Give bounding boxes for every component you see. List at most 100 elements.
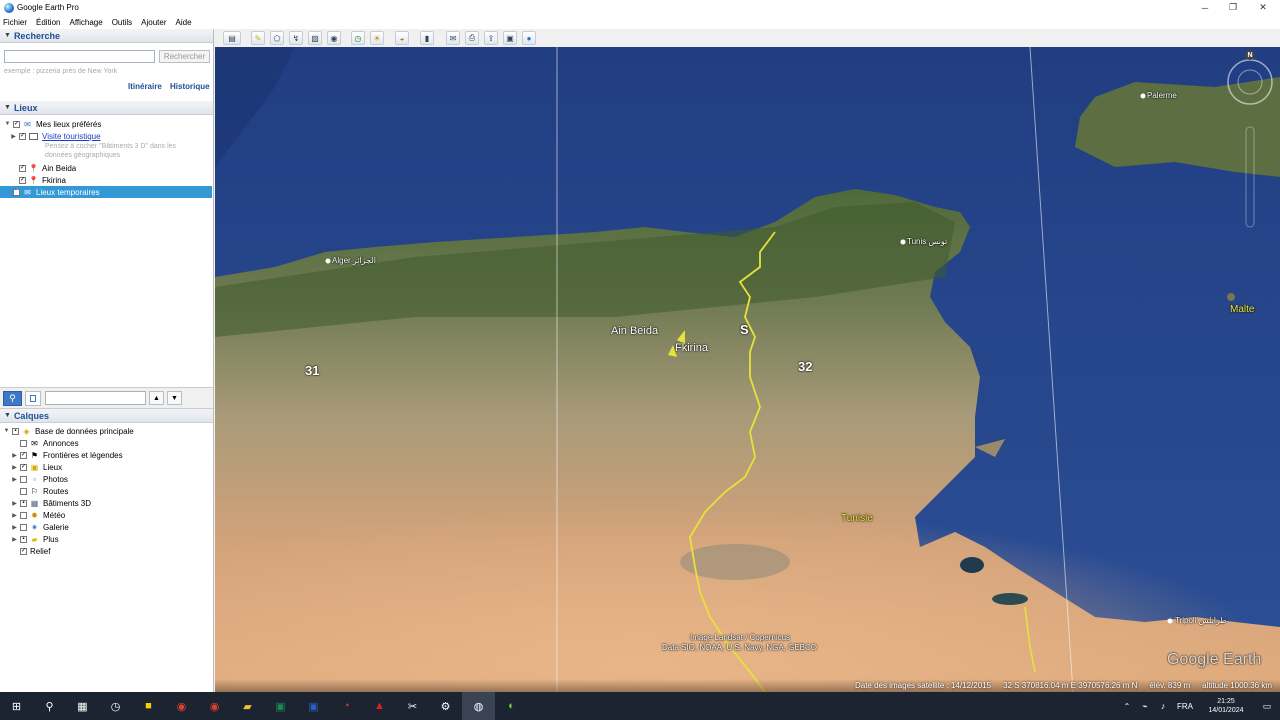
start-button[interactable]: ⊞ xyxy=(0,692,33,720)
expand-icon[interactable]: ▼ xyxy=(3,428,10,434)
search-places-button[interactable]: ⚲ xyxy=(3,391,22,406)
google-earth-taskbar-app[interactable]: ◍ xyxy=(462,692,495,720)
expand-icon[interactable]: ▶ xyxy=(11,500,18,507)
settings-app[interactable]: ⚙ xyxy=(429,692,462,720)
maximize-button[interactable]: ❐ xyxy=(1216,0,1250,15)
system-clock[interactable]: 21:25 14/01/2024 xyxy=(1198,697,1254,715)
earth-view[interactable]: N Alger الجزائر Tunis تونس Palerme Malte… xyxy=(215,47,1280,692)
layer-lieux[interactable]: ▶ ✓ ▣ Lieux xyxy=(0,461,213,473)
checkbox[interactable] xyxy=(20,523,27,531)
layer-relief[interactable]: ✓ Relief xyxy=(0,545,213,557)
panel-toggle-button[interactable] xyxy=(25,391,41,406)
place-ain-beida[interactable]: ✓ 📍 Ain Beida xyxy=(0,162,213,174)
layer-meteo[interactable]: ▶ ✹ Météo xyxy=(0,509,213,521)
file-explorer-app[interactable]: ▰ xyxy=(231,692,264,720)
google-maps-button[interactable]: ● xyxy=(522,31,536,45)
sticky-notes-app[interactable]: ■ xyxy=(132,692,165,720)
checkbox[interactable]: ✓ xyxy=(20,463,27,471)
places-filter-input[interactable] xyxy=(45,391,146,405)
layer-plus[interactable]: ▶ ▪ ▰ Plus xyxy=(0,533,213,545)
save-image-button[interactable]: ⇪ xyxy=(484,31,498,45)
movie-maker-button[interactable]: ▣ xyxy=(503,31,517,45)
add-path-button[interactable]: ↯ xyxy=(289,31,303,45)
checkbox[interactable]: ✓ xyxy=(19,176,26,184)
historique-link[interactable]: Historique xyxy=(170,82,210,91)
layers-panel-header[interactable]: ▼ Calques xyxy=(0,409,213,423)
checkbox[interactable]: ✓ xyxy=(19,164,26,172)
menu-affichage[interactable]: Affichage xyxy=(69,18,102,27)
move-down-button[interactable]: ▼ xyxy=(167,391,182,405)
checkbox[interactable] xyxy=(20,511,27,519)
checkbox[interactable]: ✓ xyxy=(20,451,27,459)
expand-icon[interactable]: ▶ xyxy=(11,512,18,519)
acrobat-app[interactable]: ▲ xyxy=(363,692,396,720)
places-panel-header[interactable]: ▼ Lieux xyxy=(0,101,213,115)
search-button[interactable]: Rechercher xyxy=(159,50,210,63)
place-lieux-temporaires[interactable]: ✓ ✉ Lieux temporaires xyxy=(0,186,212,198)
expand-icon[interactable]: ▶ xyxy=(11,452,18,459)
search-taskbar-button[interactable]: ⚲ xyxy=(33,692,66,720)
calculator-app[interactable]: ▦ xyxy=(66,692,99,720)
checkbox[interactable] xyxy=(20,487,27,495)
search-panel-header[interactable]: ▼ Recherche xyxy=(0,29,213,43)
chrome-app-2[interactable]: ◉ xyxy=(198,692,231,720)
checkbox[interactable]: ▪ xyxy=(12,427,19,435)
place-mes-lieux[interactable]: ▼ ✓ ✉ Mes lieux préférés xyxy=(0,118,213,130)
menu-aide[interactable]: Aide xyxy=(176,18,192,27)
record-tour-button[interactable]: ◉ xyxy=(327,31,341,45)
checkbox[interactable]: ✓ xyxy=(13,188,20,196)
notifications-button[interactable]: ▭ xyxy=(1254,692,1280,720)
layer-batiments[interactable]: ▶ ▪ ▦ Bâtiments 3D xyxy=(0,497,213,509)
network-icon[interactable]: ⌁ xyxy=(1136,692,1154,720)
snipping-app[interactable]: ✂ xyxy=(396,692,429,720)
checkbox[interactable] xyxy=(20,475,27,483)
checkbox[interactable]: ✓ xyxy=(19,132,26,140)
expand-icon[interactable]: ▼ xyxy=(4,121,11,127)
tray-expand-button[interactable]: ⌃ xyxy=(1118,692,1136,720)
satellite-map[interactable] xyxy=(215,47,1280,692)
expand-icon[interactable]: ▶ xyxy=(11,524,18,531)
language-indicator[interactable]: FRA xyxy=(1172,692,1198,720)
menu-edition[interactable]: Édition xyxy=(36,18,60,27)
expand-icon[interactable]: ▶ xyxy=(11,536,18,543)
planets-button[interactable]: ◒ xyxy=(395,31,409,45)
expand-icon[interactable]: ▶ xyxy=(11,476,18,483)
email-button[interactable]: ✉ xyxy=(446,31,460,45)
layer-photos[interactable]: ▶ ▫ Photos xyxy=(0,473,213,485)
volume-icon[interactable]: ♪ xyxy=(1154,692,1172,720)
expand-icon[interactable]: ▶ xyxy=(11,464,18,471)
place-fkirina[interactable]: ✓ 📍 Fkirina xyxy=(0,174,213,186)
add-overlay-button[interactable]: ▨ xyxy=(308,31,322,45)
add-polygon-button[interactable]: ⬠ xyxy=(270,31,284,45)
move-up-button[interactable]: ▲ xyxy=(149,391,164,405)
layer-base-donnees[interactable]: ▼ ▪ ◈ Base de données principale xyxy=(0,425,213,437)
menu-fichier[interactable]: Fichier xyxy=(3,18,27,27)
layer-annonces[interactable]: ✉ Annonces xyxy=(0,437,213,449)
search-input[interactable] xyxy=(4,50,155,63)
layer-routes[interactable]: ⚐ Routes xyxy=(0,485,213,497)
layer-frontieres[interactable]: ▶ ✓ ⚑ Frontières et légendes xyxy=(0,449,213,461)
checkbox[interactable] xyxy=(20,439,27,447)
checkbox[interactable]: ✓ xyxy=(13,120,20,128)
ruler-button[interactable]: ▮ xyxy=(420,31,434,45)
print-button[interactable]: ⎙ xyxy=(465,31,479,45)
recorder-app[interactable]: ◐ xyxy=(495,692,528,720)
word-app[interactable]: ▣ xyxy=(297,692,330,720)
expand-icon[interactable]: ▶ xyxy=(10,133,17,140)
menu-outils[interactable]: Outils xyxy=(112,18,132,27)
excel-app[interactable]: ▣ xyxy=(264,692,297,720)
layer-galerie[interactable]: ▶ ✷ Galerie xyxy=(0,521,213,533)
checkbox[interactable]: ✓ xyxy=(20,547,27,555)
label-fkirina[interactable]: Fkirina xyxy=(675,342,708,354)
checkbox[interactable]: ▪ xyxy=(20,535,27,543)
clock-app[interactable]: ◷ xyxy=(99,692,132,720)
chrome-app[interactable]: ◉ xyxy=(165,692,198,720)
menu-ajouter[interactable]: Ajouter xyxy=(141,18,166,27)
label-ain-beida[interactable]: Ain Beida xyxy=(611,325,658,337)
checkbox[interactable]: ▪ xyxy=(20,499,27,507)
place-visite[interactable]: ▶ ✓ Visite touristique xyxy=(0,130,213,142)
add-placemark-button[interactable]: ✎ xyxy=(251,31,265,45)
compass-n-icon[interactable]: N xyxy=(1245,50,1255,60)
sidebar-toggle-button[interactable]: ▤ xyxy=(223,31,241,45)
speedtest-app[interactable]: ◔ xyxy=(330,692,363,720)
